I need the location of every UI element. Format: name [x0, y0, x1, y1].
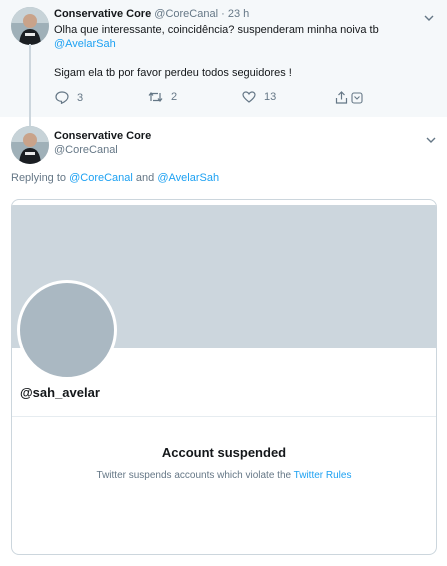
retweet-button[interactable]: 2: [148, 91, 177, 103]
retweet-icon: [148, 92, 163, 102]
thread-connector: [29, 44, 31, 117]
share-icon: [335, 91, 348, 104]
replying-to-link-2[interactable]: @AvelarSah: [157, 172, 219, 184]
avatar[interactable]: [11, 126, 49, 164]
replying-to: Replying to @CoreCanal and @AvelarSah: [11, 171, 219, 185]
thread-connector: [29, 117, 31, 126]
chevron-down-icon[interactable]: [426, 131, 436, 149]
share-button[interactable]: [335, 91, 363, 104]
avatar[interactable]: [11, 7, 49, 45]
tweet-text-line-1: Olha que interessante, coincidência? sus…: [54, 24, 379, 36]
replying-to-link-1[interactable]: @CoreCanal: [69, 172, 133, 184]
author-name[interactable]: Conservative Core: [54, 8, 151, 20]
bookmark-icon: [351, 91, 363, 104]
like-count: 13: [264, 91, 277, 103]
tweet-header: Conservative Core @CoreCanal · 23 h: [54, 7, 249, 21]
author-handle[interactable]: @CoreCanal: [154, 8, 218, 20]
separator-dot: ·: [221, 8, 225, 20]
account-suspended-subtitle: Twitter suspends accounts which violate …: [12, 470, 436, 481]
retweet-count: 2: [171, 91, 178, 103]
reply-count: 3: [77, 91, 84, 104]
tweet-mention-link[interactable]: @AvelarSah: [54, 37, 116, 51]
account-suspended-title: Account suspended: [161, 445, 287, 460]
reply-author-name-line: Conservative Core: [54, 129, 151, 143]
reply-button[interactable]: 3: [55, 91, 83, 104]
suspended-profile-card[interactable]: @sah_avelar Account suspended Twitter su…: [11, 199, 437, 555]
avatar-photo-icon: [11, 7, 49, 45]
author-name[interactable]: Conservative Core: [54, 130, 151, 142]
tweet-timestamp[interactable]: 23 h: [228, 8, 249, 20]
tweet-text-line-3: Sigam ela tb por favor perdeu todos segu…: [54, 67, 292, 79]
reply-author-handle-line: @CoreCanal: [54, 143, 118, 157]
like-button[interactable]: 13: [242, 91, 276, 103]
avatar-photo-icon: [11, 126, 49, 164]
author-handle[interactable]: @CoreCanal: [54, 144, 118, 156]
chevron-down-icon[interactable]: [424, 9, 434, 27]
reply-icon: [55, 91, 69, 104]
twitter-rules-link[interactable]: Twitter Rules: [294, 470, 352, 481]
tweet-original[interactable]: Conservative Core @CoreCanal · 23 h Olha…: [0, 0, 447, 117]
profile-handle[interactable]: @sah_avelar: [20, 385, 100, 400]
card-divider: [12, 416, 436, 417]
like-icon: [242, 91, 256, 103]
replying-prefix: Replying to: [11, 172, 67, 184]
replying-and: and: [135, 172, 155, 184]
suspended-explanation: Twitter suspends accounts which violate …: [96, 470, 292, 481]
profile-avatar: [17, 280, 117, 380]
